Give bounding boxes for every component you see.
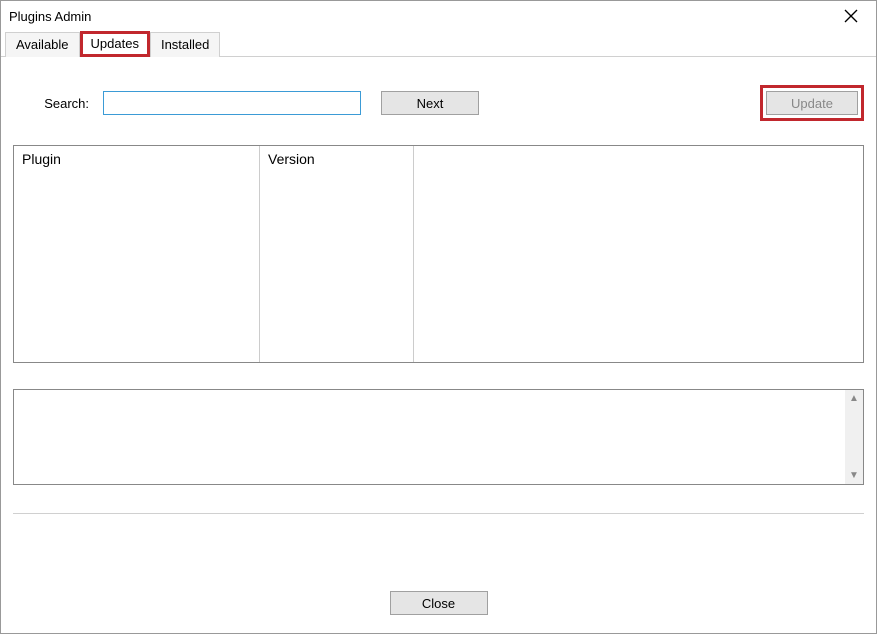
search-input[interactable] [103, 91, 361, 115]
plugins-admin-window: Plugins Admin Available Updates Installe… [0, 0, 877, 634]
footer: Close [1, 591, 876, 615]
titlebar: Plugins Admin [1, 1, 876, 31]
update-button[interactable]: Update [766, 91, 858, 115]
column-plugin[interactable]: Plugin [14, 146, 260, 362]
column-version[interactable]: Version [260, 146, 414, 362]
scroll-up-icon[interactable]: ▲ [849, 390, 859, 407]
window-title: Plugins Admin [9, 9, 91, 24]
details-pane: ▲ ▼ [13, 389, 864, 485]
scroll-down-icon[interactable]: ▼ [849, 467, 859, 484]
tab-available[interactable]: Available [5, 32, 80, 57]
scrollbar[interactable]: ▲ ▼ [845, 390, 863, 484]
column-rest [414, 146, 863, 362]
next-button[interactable]: Next [381, 91, 479, 115]
content-area: Search: Next Update Plugin Version ▲ ▼ [1, 85, 876, 514]
divider [13, 513, 864, 514]
column-header-plugin: Plugin [14, 146, 259, 172]
search-label: Search: [13, 96, 93, 111]
tab-updates[interactable]: Updates [80, 31, 150, 57]
tabs: Available Updates Installed [1, 31, 876, 57]
plugin-table: Plugin Version [13, 145, 864, 363]
close-icon[interactable] [836, 5, 866, 27]
update-highlight: Update [760, 85, 864, 121]
column-header-version: Version [260, 146, 413, 172]
search-row: Search: Next Update [13, 85, 864, 121]
tab-installed[interactable]: Installed [150, 32, 220, 57]
close-button[interactable]: Close [390, 591, 488, 615]
